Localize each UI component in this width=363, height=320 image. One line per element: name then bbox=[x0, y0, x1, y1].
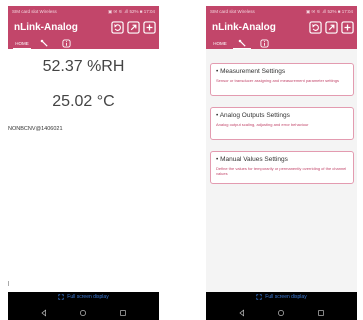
app-bar: nLink-Analog bbox=[206, 17, 357, 37]
tab-bar: HOME bbox=[8, 37, 159, 49]
status-bar: SIM card slot Wireless ▣ ✉ ⚟ .ıll 52% ■ … bbox=[8, 6, 159, 17]
card-description: Analog output scaling, adjusting and err… bbox=[216, 122, 309, 127]
fullscreen-label: Full screen display bbox=[265, 294, 307, 300]
card-title: • Analog Outputs Settings bbox=[216, 112, 290, 119]
refresh-icon[interactable] bbox=[111, 20, 124, 34]
fullscreen-label: Full screen display bbox=[67, 294, 109, 300]
info-icon bbox=[259, 38, 269, 48]
card-title: • Manual Values Settings bbox=[216, 156, 288, 163]
tab-settings[interactable] bbox=[33, 37, 55, 49]
settings-screen: SIM card slot Wireless ▣ ✉ ⚟ .ıll 52% ■ … bbox=[206, 6, 357, 320]
bottom-bar: Full screen display bbox=[8, 292, 159, 320]
bottom-bar: Full screen display bbox=[206, 292, 357, 320]
divider-mark bbox=[8, 281, 9, 286]
manual-values-settings-card[interactable]: • Manual Values Settings Define the valu… bbox=[210, 151, 354, 184]
tab-home[interactable]: HOME bbox=[209, 37, 231, 49]
info-icon bbox=[61, 38, 71, 48]
status-bar: SIM card slot Wireless ▣ ✉ ⚟ .ıll 52% ■ … bbox=[206, 6, 357, 17]
home-content: 52.37 %RH 25.02 °C NONBCNV@1406021 bbox=[8, 49, 159, 292]
tab-bar: HOME bbox=[206, 37, 357, 49]
measurement-settings-card[interactable]: • Measurement Settings Sensor or transdu… bbox=[210, 63, 354, 96]
analog-outputs-settings-card[interactable]: • Analog Outputs Settings Analog output … bbox=[210, 107, 354, 140]
tab-info[interactable] bbox=[55, 37, 77, 49]
temperature-reading: 25.02 °C bbox=[52, 93, 115, 110]
device-id: NONBCNV@1406021 bbox=[8, 126, 63, 132]
status-right: ▣ ✉ ⚟ .ıll 52% ■ 17:04 bbox=[107, 8, 155, 14]
tab-info[interactable] bbox=[253, 37, 275, 49]
fullscreen-button[interactable]: Full screen display bbox=[8, 294, 159, 300]
wrench-icon bbox=[238, 39, 246, 47]
tab-home-label: HOME bbox=[213, 40, 227, 46]
status-right: ▣ ✉ ⚟ .ıll 52% ■ 17:04 bbox=[305, 8, 353, 14]
refresh-icon[interactable] bbox=[309, 20, 322, 34]
recents-icon[interactable] bbox=[119, 309, 127, 317]
share-icon[interactable] bbox=[325, 20, 338, 34]
tab-settings[interactable] bbox=[231, 37, 253, 49]
system-nav bbox=[206, 309, 357, 317]
system-nav bbox=[8, 309, 159, 317]
home-icon[interactable] bbox=[79, 309, 87, 317]
wrench-icon bbox=[40, 39, 48, 47]
home-icon[interactable] bbox=[277, 309, 285, 317]
settings-content: • Measurement Settings Sensor or transdu… bbox=[206, 49, 357, 292]
status-left: SIM card slot Wireless bbox=[12, 9, 57, 14]
card-description: Sensor or transducer assigning and measu… bbox=[216, 78, 339, 83]
back-icon[interactable] bbox=[238, 309, 246, 317]
status-left: SIM card slot Wireless bbox=[210, 9, 255, 14]
app-title: nLink-Analog bbox=[14, 21, 78, 33]
tab-home-label: HOME bbox=[15, 40, 29, 46]
tab-home[interactable]: HOME bbox=[11, 37, 33, 49]
humidity-reading: 52.37 %RH bbox=[42, 58, 125, 75]
recents-icon[interactable] bbox=[317, 309, 325, 317]
fullscreen-button[interactable]: Full screen display bbox=[206, 294, 357, 300]
app-title: nLink-Analog bbox=[212, 21, 276, 33]
add-icon[interactable] bbox=[143, 20, 156, 34]
card-title: • Measurement Settings bbox=[216, 68, 286, 75]
add-icon[interactable] bbox=[341, 20, 354, 34]
fullscreen-icon bbox=[256, 294, 262, 300]
share-icon[interactable] bbox=[127, 20, 140, 34]
card-description: Define the values for temporarily or per… bbox=[216, 166, 347, 176]
back-icon[interactable] bbox=[40, 309, 48, 317]
home-screen: SIM card slot Wireless ▣ ✉ ⚟ .ıll 52% ■ … bbox=[8, 6, 159, 320]
fullscreen-icon bbox=[58, 294, 64, 300]
app-bar: nLink-Analog bbox=[8, 17, 159, 37]
